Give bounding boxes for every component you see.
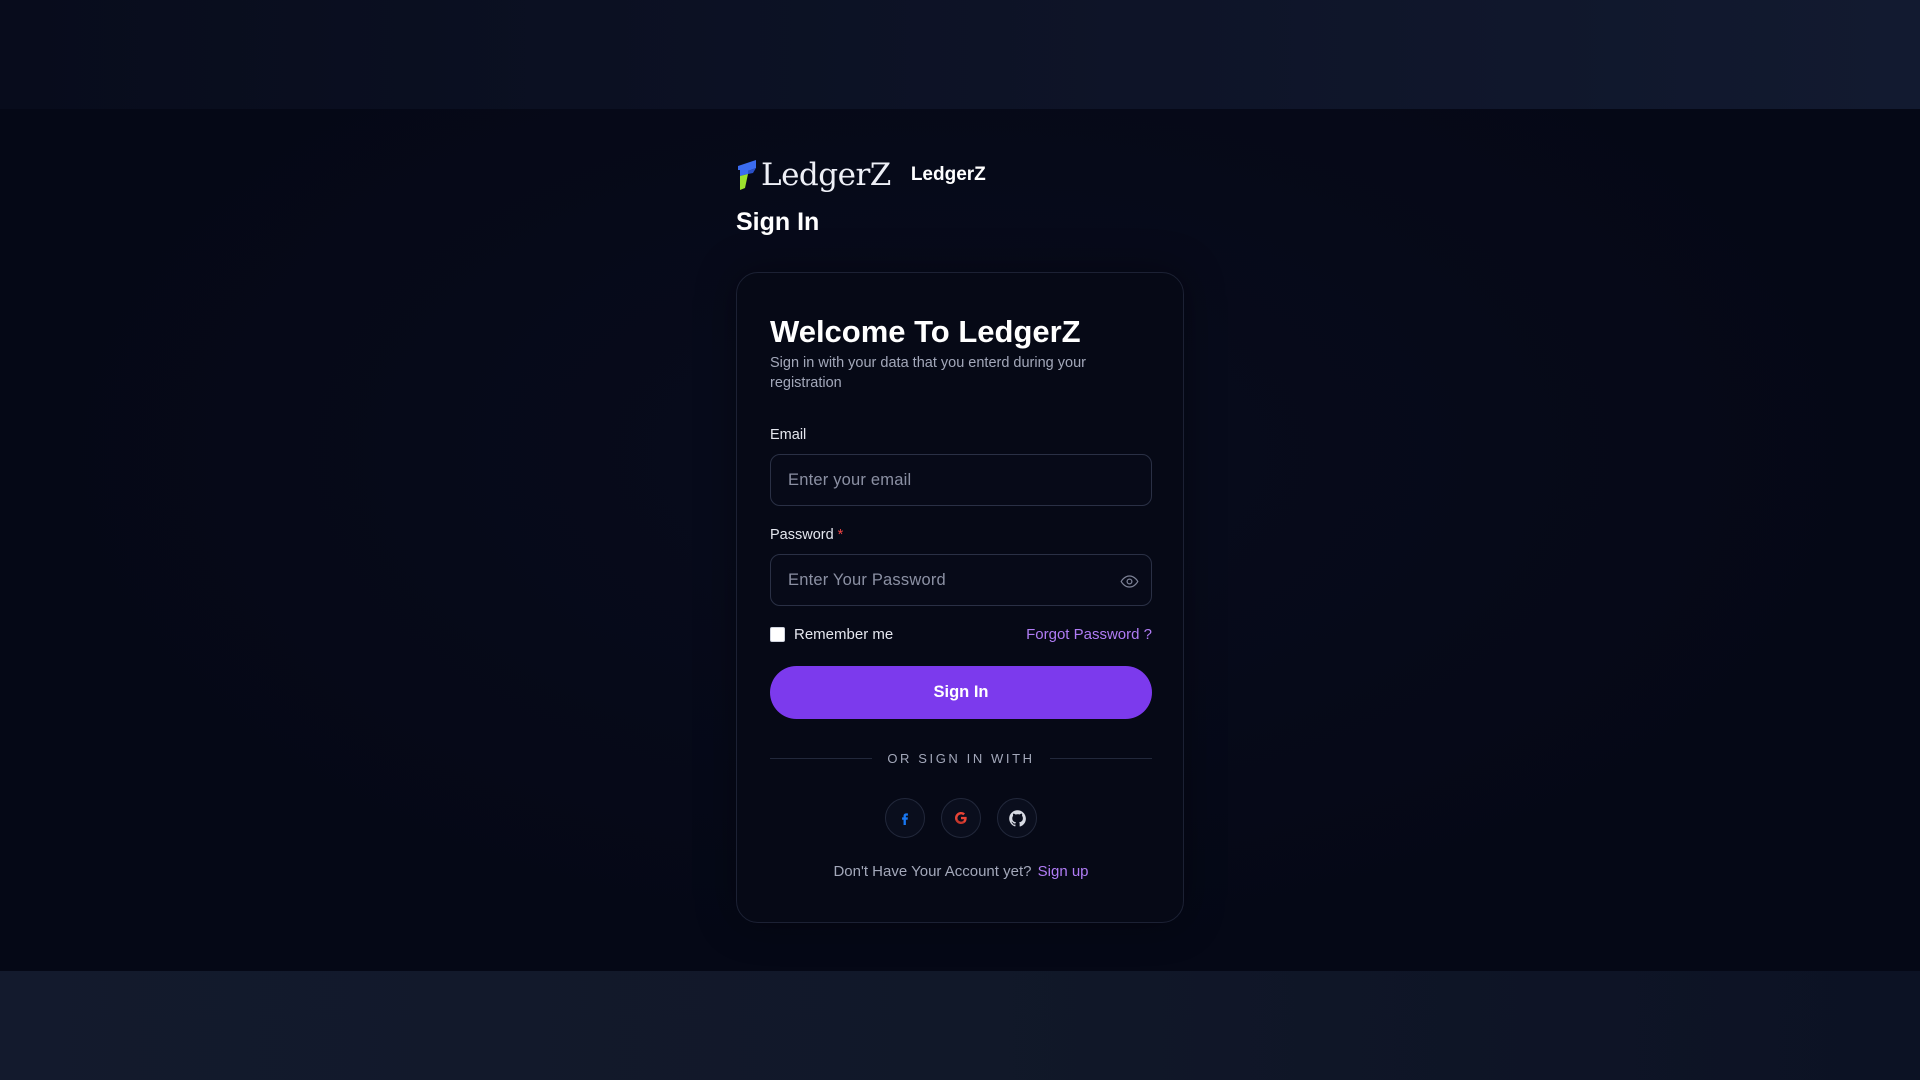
welcome-subtitle: Sign in with your data that you enterd d… [770, 355, 1086, 391]
facebook-icon [902, 813, 908, 825]
remember-checkbox[interactable] [770, 627, 785, 642]
signup-row: Don't Have Your Account yet? Sign up [770, 863, 1152, 880]
brand-name: LedgerZ [910, 164, 986, 185]
sign-in-button[interactable]: Sign In [770, 666, 1152, 719]
password-field-wrapper [770, 554, 1152, 606]
github-icon [1008, 809, 1026, 827]
logo-mark-icon [738, 160, 756, 190]
bottom-band [0, 971, 1920, 1080]
forgot-password-link[interactable]: Forgot Password ? [1026, 626, 1152, 643]
email-label: Email [770, 427, 806, 443]
remember-forgot-row: Remember me Forgot Password ? [770, 626, 1152, 646]
no-account-text: Don't Have Your Account yet? [833, 863, 1032, 880]
remember-me[interactable]: Remember me [770, 626, 893, 643]
top-band [0, 0, 1920, 109]
sign-up-link[interactable]: Sign up [1038, 863, 1089, 880]
social-login-buttons [770, 798, 1152, 838]
email-label-text: Email [770, 427, 807, 443]
brand-header: LedgerZ LedgerZ [736, 158, 986, 192]
page-title: Sign In [736, 208, 820, 236]
ledgerz-logo: LedgerZ [736, 158, 891, 192]
facebook-login-button[interactable] [885, 798, 925, 838]
password-input[interactable] [771, 555, 1151, 605]
eye-icon[interactable] [1119, 571, 1139, 591]
signin-card: Welcome To LedgerZ Sign in with your dat… [736, 272, 1184, 923]
required-asterisk: * [837, 527, 844, 543]
social-divider: OR SIGN IN WITH [770, 748, 1152, 768]
password-label-text: Password [770, 527, 834, 543]
email-field-wrapper [770, 454, 1152, 506]
divider-text: OR SIGN IN WITH [887, 750, 1035, 766]
email-input[interactable] [771, 455, 1151, 505]
welcome-title: Welcome To LedgerZ [770, 314, 1081, 349]
remember-label: Remember me [794, 626, 894, 643]
password-label: Password * [770, 527, 843, 543]
divider-line-right [1049, 757, 1152, 759]
google-icon [955, 812, 967, 824]
divider-line-left [770, 757, 873, 759]
github-login-button[interactable] [997, 798, 1037, 838]
google-login-button[interactable] [941, 798, 981, 838]
logo-wordmark: LedgerZ [761, 157, 891, 193]
